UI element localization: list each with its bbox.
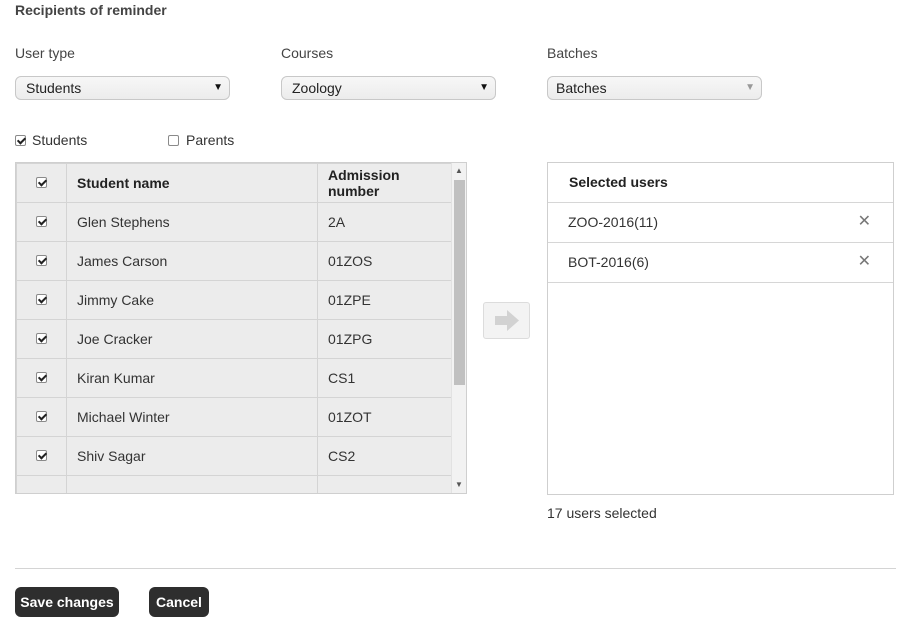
right-arrow-icon — [495, 310, 519, 331]
students-table-panel: Student name Admission number Glen Steph… — [15, 162, 467, 494]
selected-users-panel: Selected users ZOO-2016(11) ✕ BOT-2016(6… — [547, 162, 894, 495]
students-toggle-label: Students — [32, 132, 88, 148]
student-name-header: Student name — [66, 163, 318, 203]
courses-value: Zoology — [292, 80, 342, 96]
admission-number-cell: CS2 — [317, 436, 453, 476]
admission-number-cell: 01ZOS — [317, 241, 453, 281]
user-type-select[interactable]: Students ▼ — [15, 76, 230, 100]
student-name-cell: Shiv Sagar — [66, 436, 318, 476]
student-name-cell: Glen Stephens — [66, 202, 318, 242]
section-title: Recipients of reminder — [15, 2, 167, 18]
student-name-cell: Joe Cracker — [66, 319, 318, 359]
cancel-button[interactable]: Cancel — [149, 587, 209, 617]
add-selected-button[interactable] — [483, 302, 530, 339]
selected-user-item: ZOO-2016(11) ✕ — [548, 203, 893, 243]
parents-toggle[interactable]: Parents — [168, 132, 234, 148]
table-row[interactable]: James Carson 01ZOS — [16, 241, 453, 281]
table-row[interactable]: Michael Winter 01ZOT — [16, 397, 453, 437]
student-name-cell: Kiran Kumar — [66, 358, 318, 398]
row-checkbox[interactable] — [36, 216, 47, 227]
selected-users-header: Selected users — [548, 163, 893, 203]
students-toggle[interactable]: Students — [15, 132, 87, 148]
table-scrollbar[interactable]: ▲ ▼ — [451, 163, 466, 493]
courses-label: Courses — [281, 45, 334, 61]
parents-checkbox[interactable] — [168, 134, 179, 146]
admission-number-cell: 2A — [317, 202, 453, 242]
selected-user-label: ZOO-2016(11) — [568, 214, 658, 230]
selected-user-item: BOT-2016(6) ✕ — [548, 243, 893, 283]
table-row[interactable]: Kiran Kumar CS1 — [16, 358, 453, 398]
batches-select[interactable]: Batches ▼ — [547, 76, 762, 100]
table-row[interactable]: Jimmy Cake 01ZPE — [16, 280, 453, 320]
table-row[interactable]: Joe Cracker 01ZPG — [16, 319, 453, 359]
students-checkbox[interactable] — [15, 134, 26, 146]
batches-label: Batches — [547, 45, 598, 61]
row-checkbox[interactable] — [36, 255, 47, 266]
row-checkbox[interactable] — [36, 450, 47, 461]
row-checkbox[interactable] — [36, 294, 47, 305]
parents-toggle-label: Parents — [186, 132, 235, 148]
table-header-row: Student name Admission number — [16, 163, 453, 203]
admission-number-header: Admission number — [317, 163, 453, 203]
courses-select[interactable]: Zoology ▼ — [281, 76, 496, 100]
student-name-cell: James Carson — [66, 241, 318, 281]
admission-number-cell: CS1 — [317, 358, 453, 398]
batches-value: Batches — [556, 80, 607, 96]
row-checkbox[interactable] — [36, 333, 47, 344]
caret-down-icon: ▼ — [745, 82, 755, 93]
selected-user-label: BOT-2016(6) — [568, 254, 649, 270]
caret-down-icon: ▼ — [479, 82, 489, 93]
user-type-value: Students — [26, 80, 82, 96]
selected-count: 17 users selected — [547, 505, 657, 521]
student-name-cell: Jimmy Cake — [66, 280, 318, 320]
divider — [15, 568, 896, 569]
student-name-cell: Michael Winter — [66, 397, 318, 437]
user-type-label: User type — [15, 45, 75, 61]
admission-number-cell: 01ZPE — [317, 280, 453, 320]
close-icon[interactable]: ✕ — [858, 243, 871, 281]
admission-number-cell: 01ZPG — [317, 319, 453, 359]
select-all-cell — [16, 163, 67, 203]
scroll-thumb[interactable] — [454, 180, 465, 385]
admission-number-cell: 01ZOT — [317, 397, 453, 437]
students-table: Student name Admission number Glen Steph… — [16, 163, 453, 493]
scroll-up-icon[interactable]: ▲ — [452, 165, 466, 177]
row-checkbox[interactable] — [36, 411, 47, 422]
table-row[interactable]: Shiv Sagar CS2 — [16, 436, 453, 476]
scroll-down-icon[interactable]: ▼ — [452, 479, 466, 491]
select-all-checkbox[interactable] — [36, 177, 47, 188]
save-changes-button[interactable]: Save changes — [15, 587, 119, 617]
close-icon[interactable]: ✕ — [858, 203, 871, 241]
row-checkbox[interactable] — [36, 372, 47, 383]
table-row[interactable] — [16, 475, 453, 493]
table-row[interactable]: Glen Stephens 2A — [16, 202, 453, 242]
caret-down-icon: ▼ — [213, 82, 223, 93]
